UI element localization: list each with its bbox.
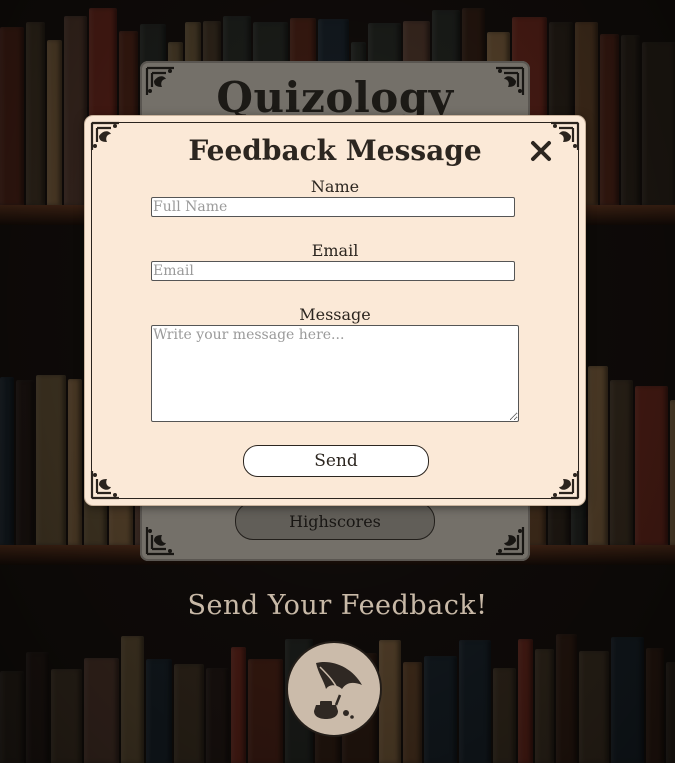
close-icon (531, 141, 551, 161)
send-button[interactable]: Send (243, 445, 429, 477)
email-label: Email (311, 241, 359, 260)
ornament-corner-icon (89, 457, 133, 501)
message-label: Message (299, 305, 371, 324)
email-field[interactable] (151, 261, 515, 281)
name-field[interactable] (151, 197, 515, 217)
feedback-modal: Feedback Message Name Email Message Send (85, 116, 585, 505)
modal-title: Feedback Message (188, 134, 482, 167)
message-field[interactable] (151, 325, 519, 422)
name-label: Name (310, 177, 360, 196)
ornament-corner-icon (537, 457, 581, 501)
close-button[interactable] (528, 138, 554, 164)
